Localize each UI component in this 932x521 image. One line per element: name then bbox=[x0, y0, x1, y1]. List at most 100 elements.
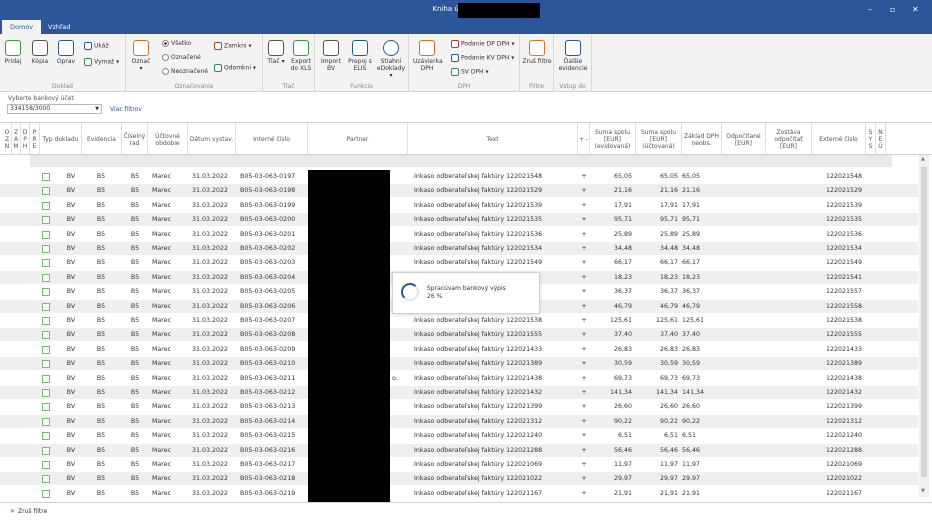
zamkni-button[interactable]: Zamkni ▾ bbox=[214, 42, 252, 50]
col-typ-dokladu[interactable]: Typ dokladu bbox=[40, 123, 82, 156]
row-checkbox[interactable] bbox=[42, 216, 50, 225]
table-row[interactable]: BV B5 B5 Marec 31.03.2022 B05-03-063-0218 Inka… bbox=[0, 472, 918, 486]
dalsie-evidencie-button[interactable]: Ďalšie evidencie bbox=[556, 40, 590, 72]
table-row[interactable]: BV B5 B5 Marec 31.03.2022 B05-03-063-0198 Inka… bbox=[0, 184, 918, 198]
row-checkbox[interactable] bbox=[42, 461, 50, 469]
row-checkbox[interactable] bbox=[42, 389, 50, 397]
podanie-dp-dph-button[interactable]: Podanie DP DPH ▾ bbox=[451, 40, 514, 48]
row-checkbox[interactable] bbox=[42, 475, 50, 484]
radio-oznacene[interactable]: Označené bbox=[162, 54, 201, 61]
more-filters-link[interactable]: Viac filtrov bbox=[110, 106, 142, 113]
row-checkbox[interactable] bbox=[42, 288, 50, 297]
row-checkbox[interactable] bbox=[42, 331, 50, 340]
row-checkbox[interactable] bbox=[42, 259, 50, 268]
col-zam[interactable]: Z A M bbox=[12, 123, 21, 156]
row-checkbox[interactable] bbox=[42, 489, 50, 498]
import-bv-button[interactable]: Import BV bbox=[317, 40, 345, 72]
export-xls-button[interactable]: Export do XLS bbox=[289, 40, 313, 72]
row-checkbox[interactable] bbox=[42, 345, 50, 354]
col-externe-cislo[interactable]: Externé číslo bbox=[812, 123, 866, 156]
col-uctovne-obdobie[interactable]: Účtovné obdobie bbox=[148, 123, 188, 156]
row-checkbox[interactable] bbox=[42, 417, 50, 426]
table-row[interactable]: BV B5 B5 Marec 31.03.2022 B05-03-063-0202 Inka… bbox=[0, 242, 918, 255]
oprav-button[interactable]: Oprav bbox=[56, 40, 76, 65]
row-checkbox[interactable] bbox=[42, 446, 50, 455]
maximize-icon[interactable]: ▫ bbox=[890, 5, 895, 14]
col-sys[interactable]: S Y S bbox=[866, 123, 876, 156]
vertical-scrollbar[interactable]: ▲ ▼ bbox=[919, 155, 929, 497]
col-ozn[interactable]: O Z N bbox=[3, 123, 12, 156]
table-row[interactable]: BV B5 B5 Marec 31.03.2022 B05-03-063-0211 o. In… bbox=[0, 372, 918, 385]
row-checkbox[interactable] bbox=[42, 245, 50, 253]
stiahni-edoklady-button[interactable]: Stiahni eDoklady ▾ bbox=[375, 40, 407, 79]
table-row[interactable]: BV B5 B5 Marec 31.03.2022 B05-03-063-0212 Inka… bbox=[0, 386, 918, 399]
minimize-icon[interactable]: – bbox=[868, 5, 872, 14]
table-row[interactable]: BV B5 B5 Marec 31.03.2022 B05-03-063-0215 Inka… bbox=[0, 429, 918, 442]
uzavierka-dph-button[interactable]: Uzávierka DPH bbox=[413, 40, 443, 72]
zrus-filtre-button[interactable]: Zruš filtre bbox=[522, 40, 552, 65]
scroll-down-icon[interactable]: ▼ bbox=[921, 488, 925, 494]
row-checkbox[interactable] bbox=[42, 187, 50, 196]
col-dph[interactable]: D P H bbox=[21, 123, 30, 156]
table-row[interactable]: BV B5 B5 Marec 31.03.2022 B05-03-063-0210 Inka… bbox=[0, 357, 918, 371]
row-checkbox[interactable] bbox=[42, 173, 50, 181]
kopia-button[interactable]: Kópia bbox=[30, 40, 50, 65]
table-row[interactable]: BV B5 B5 Marec 31.03.2022 B05-03-063-0219 Inka… bbox=[0, 487, 918, 500]
table-row[interactable]: BV B5 B5 Marec 31.03.2022 B05-03-063-0216 Inka… bbox=[0, 443, 918, 457]
table-row[interactable]: BV B5 B5 Marec 31.03.2022 B05-03-063-0207 Inka… bbox=[0, 314, 918, 327]
tlac-button[interactable]: Tlač ▾ bbox=[265, 40, 287, 65]
col-zostava-odpocitat[interactable]: Zostáva odpočítať [EUR] bbox=[766, 123, 812, 156]
col-ciselny-rad[interactable]: Číselný rad bbox=[122, 123, 148, 156]
table-row[interactable]: BV B5 B5 Marec 31.03.2022 B05-03-063-0203 Inka… bbox=[0, 256, 918, 269]
scroll-thumb[interactable] bbox=[921, 167, 927, 477]
scroll-up-icon[interactable]: ▲ bbox=[921, 156, 925, 162]
radio-neoznacene[interactable]: Neoznačené bbox=[162, 68, 208, 75]
odomkni-button[interactable]: Odomkni ▾ bbox=[214, 64, 256, 72]
col-datum-vystav[interactable]: Dátum vystav. bbox=[188, 123, 236, 156]
col-suma-evidovana[interactable]: Suma spolu [EUR] (evidovaná) bbox=[590, 123, 636, 156]
row-checkbox[interactable] bbox=[42, 201, 50, 210]
account-select[interactable]: 334158/3000 ▼ bbox=[7, 104, 102, 114]
row-checkbox[interactable] bbox=[42, 273, 50, 282]
col-text[interactable]: Text bbox=[408, 123, 578, 156]
table-row[interactable]: BV B5 B5 Marec 31.03.2022 B05-03-063-0214 Inka… bbox=[0, 414, 918, 428]
vymaz-button[interactable]: Vymaž ▾ bbox=[84, 58, 119, 66]
sv-dph-button[interactable]: SV DPH ▾ bbox=[451, 68, 489, 76]
row-checkbox[interactable] bbox=[42, 302, 50, 311]
col-interne-cislo[interactable]: Interné číslo bbox=[236, 123, 308, 156]
col-evidencia[interactable]: Evidencia bbox=[82, 123, 122, 156]
table-row[interactable]: BV B5 B5 Marec 31.03.2022 B05-03-063-0209 Inka… bbox=[0, 343, 918, 356]
row-checkbox[interactable] bbox=[42, 403, 50, 412]
tab-vzhlad[interactable]: Vzhľad bbox=[40, 20, 79, 34]
radio-vsetko[interactable]: Všetko bbox=[162, 40, 191, 47]
col-pre[interactable]: P R E bbox=[30, 123, 40, 156]
prepoj-elis-button[interactable]: Prepoj s ELIS bbox=[347, 40, 373, 72]
col-partner[interactable]: Partner bbox=[308, 123, 408, 156]
close-icon[interactable]: ✕ bbox=[912, 5, 919, 14]
col-neu[interactable]: N E Ú bbox=[876, 123, 886, 156]
col-zaklad-dph[interactable]: Základ DPH neobs. bbox=[682, 123, 722, 156]
oznac-button[interactable]: Označ ▾ bbox=[130, 40, 152, 72]
table-row[interactable]: BV B5 B5 Marec 31.03.2022 B05-03-063-0213 Inka… bbox=[0, 400, 918, 413]
tab-domov[interactable]: Domov bbox=[2, 20, 42, 34]
row-checkbox[interactable] bbox=[42, 432, 50, 441]
podanie-kv-dph-button[interactable]: Podanie KV DPH ▾ bbox=[451, 54, 514, 62]
ukaz-button[interactable]: Ukáž bbox=[84, 42, 109, 50]
row-checkbox[interactable] bbox=[42, 374, 50, 383]
row-checkbox[interactable] bbox=[42, 230, 50, 239]
row-checkbox[interactable] bbox=[42, 360, 50, 369]
table-row[interactable]: BV B5 B5 Marec 31.03.2022 B05-03-063-0199 Inka… bbox=[0, 199, 918, 212]
table-row[interactable]: BV B5 B5 Marec 31.03.2022 B05-03-063-0217 Inka… bbox=[0, 458, 918, 471]
pridaj-button[interactable]: Pridaj bbox=[3, 40, 23, 65]
table-row[interactable]: BV B5 B5 Marec 31.03.2022 B05-03-063-0201 Inka… bbox=[0, 228, 918, 241]
grid-filter-row[interactable] bbox=[30, 155, 892, 167]
cell-suma-evidovana: 6,51 bbox=[617, 432, 632, 440]
col-odpocitane[interactable]: Odpočítané [EUR] bbox=[722, 123, 766, 156]
table-row[interactable]: BV B5 B5 Marec 31.03.2022 B05-03-063-0200 Inka… bbox=[0, 213, 918, 227]
col-znamienko[interactable]: + - bbox=[578, 123, 590, 156]
table-row[interactable]: BV B5 B5 Marec 31.03.2022 B05-03-063-0197 Inka… bbox=[0, 170, 918, 183]
col-suma-uctovana[interactable]: Suma spolu [EUR] (účtovaná) bbox=[636, 123, 682, 156]
table-row[interactable]: BV B5 B5 Marec 31.03.2022 B05-03-063-0208 Inka… bbox=[0, 328, 918, 342]
clear-filters-link[interactable]: ✕ Zruš filtre bbox=[10, 508, 47, 515]
row-checkbox[interactable] bbox=[42, 317, 50, 325]
